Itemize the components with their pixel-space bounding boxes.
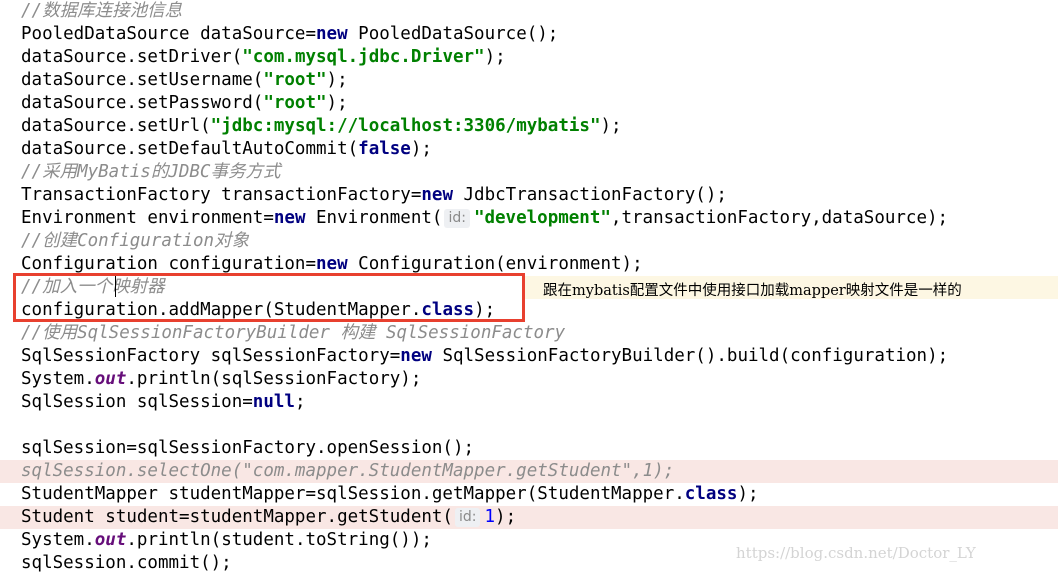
code-token: "root" xyxy=(263,93,327,113)
code-token: new xyxy=(273,208,306,228)
code-token: out xyxy=(94,530,127,550)
code-token: //数据库连接池信息 xyxy=(21,1,183,21)
code-token: Configuration configuration= xyxy=(21,254,317,274)
code-token: System. xyxy=(21,369,95,389)
code-token: JdbcTransactionFactory(); xyxy=(452,185,727,205)
code-token: Configuration(environment); xyxy=(347,254,643,274)
code-token: dataSource.setUrl( xyxy=(21,116,211,136)
code-token: sqlSession=sqlSessionFactory.openSession… xyxy=(21,438,475,458)
code-line[interactable] xyxy=(0,414,1058,437)
parameter-hint: id: xyxy=(454,508,481,527)
code-token: new xyxy=(316,254,348,274)
annotation-note: 跟在mybatis配置文件中使用接口加载mapper映射文件是一样的 xyxy=(543,283,962,299)
code-token: ); xyxy=(326,70,348,90)
code-token: //采用MyBatis的JDBC事务方式 xyxy=(21,162,281,182)
code-line[interactable]: SqlSessionFactory sqlSessionFactory=new … xyxy=(0,345,1058,368)
code-token: SqlSessionFactory sqlSessionFactory= xyxy=(21,346,401,366)
parameter-hint: id: xyxy=(444,209,470,228)
code-line[interactable]: TransactionFactory transactionFactory=ne… xyxy=(0,184,1058,207)
code-token: ); xyxy=(737,484,759,504)
code-token: new xyxy=(421,185,453,205)
code-token: Student student=studentMapper.getStudent… xyxy=(21,507,453,527)
code-token: "jdbc:mysql://localhost:3306/mybatis" xyxy=(210,116,601,136)
code-token: System. xyxy=(21,530,95,550)
code-token: new xyxy=(316,24,348,44)
code-token: ; xyxy=(294,392,306,412)
code-token: "com.mysql.jdbc.Driver" xyxy=(242,47,485,67)
code-line[interactable]: sqlSession.selectOne("com.mapper.Student… xyxy=(0,460,1058,483)
code-line[interactable]: dataSource.setPassword("root"); xyxy=(0,92,1058,115)
code-token: ); xyxy=(410,139,432,159)
code-line[interactable]: //创建Configuration对象 xyxy=(0,230,1058,253)
code-token: //创建Configuration对象 xyxy=(21,231,250,251)
code-line[interactable]: sqlSession=sqlSessionFactory.openSession… xyxy=(0,437,1058,460)
code-line[interactable]: dataSource.setUsername("root"); xyxy=(0,69,1058,92)
code-token: ); xyxy=(495,507,517,527)
code-line[interactable]: //使用SqlSessionFactoryBuilder 构建 SqlSessi… xyxy=(0,322,1058,345)
code-line[interactable]: PooledDataSource dataSource=new PooledDa… xyxy=(0,23,1058,46)
code-token: dataSource.setDefaultAutoCommit( xyxy=(21,139,359,159)
code-token: StudentMapper studentMapper=sqlSession.g… xyxy=(21,484,685,504)
watermark: https://blog.csdn.net/Doctor_LY xyxy=(736,544,976,562)
highlight-box xyxy=(13,273,525,322)
code-token: SqlSessionFactoryBuilder().build(configu… xyxy=(431,346,949,366)
code-token: //使用SqlSessionFactoryBuilder 构建 SqlSessi… xyxy=(21,323,566,343)
code-token: TransactionFactory transactionFactory= xyxy=(21,185,422,205)
code-token: Environment( xyxy=(305,208,443,228)
code-line[interactable]: System.out.println(sqlSessionFactory); xyxy=(0,368,1058,391)
code-token: Environment environment= xyxy=(21,208,274,228)
code-line[interactable]: dataSource.setUrl("jdbc:mysql://localhos… xyxy=(0,115,1058,138)
code-token: null xyxy=(252,392,295,412)
code-token: sqlSession.commit(); xyxy=(21,553,232,573)
code-token: PooledDataSource(); xyxy=(347,24,559,44)
code-line[interactable]: //数据库连接池信息 xyxy=(0,0,1058,23)
code-token: class xyxy=(684,484,738,504)
code-token: dataSource.setPassword( xyxy=(21,93,264,113)
code-token: SqlSession sqlSession= xyxy=(21,392,253,412)
code-token: dataSource.setDriver( xyxy=(21,47,243,67)
code-line[interactable]: dataSource.setDefaultAutoCommit(false); xyxy=(0,138,1058,161)
code-token: ); xyxy=(600,116,622,136)
code-line[interactable]: Student student=studentMapper.getStudent… xyxy=(0,506,1058,529)
code-token: ); xyxy=(484,47,506,67)
code-token: sqlSession.selectOne("com.mapper.Student… xyxy=(21,461,675,481)
code-line[interactable]: SqlSession sqlSession=null; xyxy=(0,391,1058,414)
code-token: dataSource.setUsername( xyxy=(21,70,264,90)
code-token: "root" xyxy=(263,70,327,90)
code-token: ,transactionFactory,dataSource); xyxy=(610,208,949,228)
code-token: 1 xyxy=(484,507,496,527)
code-token: new xyxy=(400,346,432,366)
code-token: false xyxy=(358,139,411,159)
code-token: .println(student.toString()); xyxy=(126,530,432,550)
code-line[interactable]: Environment environment=new Environment(… xyxy=(0,207,1058,230)
code-token: ); xyxy=(326,93,348,113)
code-token: "development" xyxy=(473,208,611,228)
code-token: .println(sqlSessionFactory); xyxy=(126,369,422,389)
code-token: PooledDataSource dataSource= xyxy=(21,24,317,44)
code-line[interactable]: dataSource.setDriver("com.mysql.jdbc.Dri… xyxy=(0,46,1058,69)
code-line[interactable]: StudentMapper studentMapper=sqlSession.g… xyxy=(0,483,1058,506)
code-token: out xyxy=(94,369,127,389)
code-line[interactable]: //采用MyBatis的JDBC事务方式 xyxy=(0,161,1058,184)
